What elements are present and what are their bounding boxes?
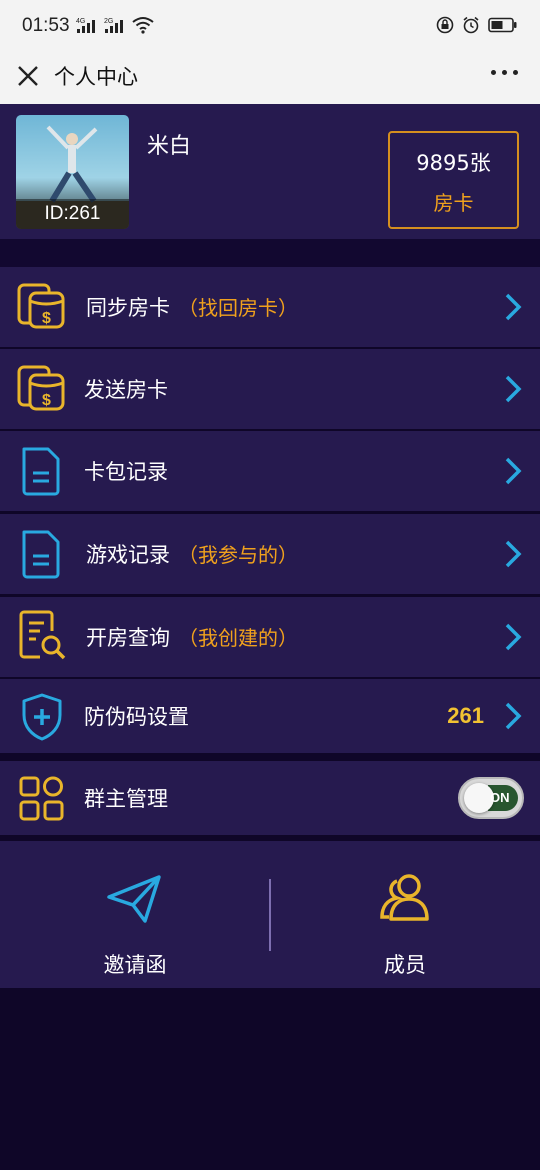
- paper-plane-icon: [107, 875, 161, 923]
- profile-header: ID:261 米白 9895张 房卡: [0, 104, 540, 239]
- chevron-right-icon: [505, 293, 522, 321]
- svg-text:$: $: [42, 310, 51, 327]
- status-time: 01:53: [22, 15, 70, 36]
- menu-item-group-admin: 群主管理 ON: [0, 761, 540, 835]
- menu-item-game-records[interactable]: 游戏记录 （我参与的）: [0, 514, 540, 594]
- svg-text:2G: 2G: [104, 18, 113, 25]
- avatar[interactable]: ID:261: [16, 115, 129, 229]
- signal-indicators: 4G 2G: [76, 16, 154, 34]
- lock-rotation-icon: [436, 16, 454, 34]
- menu-label: 群主管理: [84, 787, 168, 811]
- svg-text:$: $: [42, 392, 51, 409]
- menu-label: 发送房卡: [84, 378, 168, 402]
- menu-item-room-query[interactable]: 开房查询 （我创建的）: [0, 597, 540, 677]
- chevron-right-icon: [505, 540, 522, 568]
- shield-plus-icon: [22, 693, 62, 741]
- group-admin-toggle[interactable]: ON: [458, 777, 524, 819]
- menu-item-anticounterfeit-code[interactable]: 防伪码设置 261: [0, 679, 540, 753]
- members-icon: [380, 874, 429, 921]
- page-title: 个人中心: [54, 65, 138, 89]
- invite-label: 邀请函: [103, 953, 167, 977]
- money-bag-icon: $: [17, 365, 65, 411]
- menu-item-sync-cards[interactable]: $ 同步房卡 （找回房卡）: [0, 267, 540, 347]
- menu-label: 同步房卡 （找回房卡）: [86, 296, 298, 320]
- menu-label: 防伪码设置: [84, 705, 189, 729]
- close-icon[interactable]: [14, 62, 42, 90]
- svg-text:4G: 4G: [76, 18, 85, 25]
- document-icon: [22, 447, 60, 496]
- user-id-label: ID:261: [16, 199, 129, 229]
- more-options-button[interactable]: [491, 70, 518, 75]
- bottom-action-panel: 邀请函 成员: [0, 841, 540, 988]
- chevron-right-icon: [505, 623, 522, 651]
- chevron-right-icon: [505, 375, 522, 403]
- page-background: [0, 988, 540, 1170]
- room-card-count: 9895张: [416, 151, 491, 175]
- menu-sub-label: （找回房卡）: [178, 296, 298, 320]
- members-button[interactable]: 成员: [270, 841, 540, 988]
- members-label: 成员: [384, 953, 426, 977]
- title-bar: 个人中心: [0, 52, 540, 104]
- menu-sub-label: （我创建的）: [178, 626, 298, 650]
- status-bar: 01:53 4G 2G: [0, 0, 540, 52]
- document-icon: [22, 530, 60, 579]
- chevron-right-icon: [505, 457, 522, 485]
- signal-4g-icon: 4G: [76, 18, 95, 33]
- menu-item-send-cards[interactable]: $ 发送房卡: [0, 349, 540, 429]
- anticounterfeit-code-value: 261: [447, 703, 484, 728]
- toggle-state-label: ON: [490, 790, 510, 805]
- room-card-balance[interactable]: 9895张 房卡: [388, 131, 519, 229]
- alarm-icon: [463, 16, 479, 34]
- system-indicators: [436, 16, 518, 34]
- menu-label: 卡包记录: [84, 460, 168, 484]
- chevron-right-icon: [505, 702, 522, 730]
- invite-button[interactable]: 邀请函: [0, 841, 270, 988]
- menu-item-card-records[interactable]: 卡包记录: [0, 431, 540, 511]
- signal-2g-icon: 2G: [104, 18, 123, 33]
- room-card-label: 房卡: [433, 191, 474, 215]
- section-divider: [0, 239, 540, 267]
- menu-sub-label: （我参与的）: [178, 543, 298, 567]
- money-bag-icon: $: [17, 283, 65, 329]
- wifi-icon: [132, 17, 154, 34]
- menu-label: 开房查询 （我创建的）: [86, 626, 298, 650]
- menu-label: 游戏记录 （我参与的）: [86, 543, 298, 567]
- grid-icon: [19, 776, 64, 821]
- battery-icon: [488, 17, 517, 33]
- search-document-icon: [19, 610, 66, 660]
- username: 米白: [147, 134, 192, 159]
